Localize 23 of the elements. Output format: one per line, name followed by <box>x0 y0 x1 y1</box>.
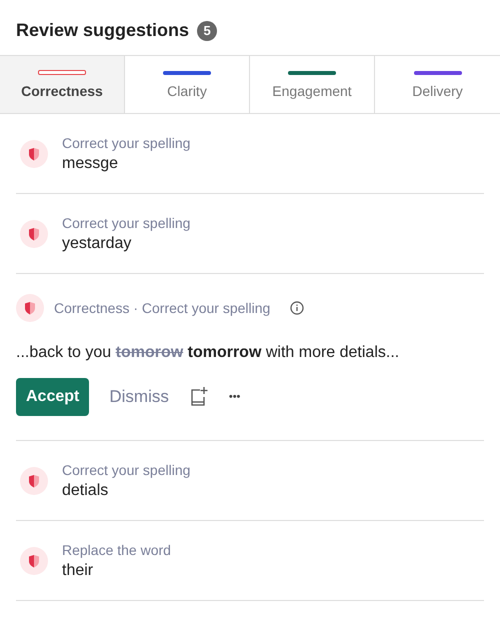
suggestion-category: Replace the word <box>62 542 171 558</box>
count-badge: 5 <box>197 20 218 40</box>
suggestion-word[interactable]: messge <box>62 154 190 172</box>
more-button[interactable]: ••• <box>228 391 240 403</box>
suggestion-word[interactable]: their <box>62 562 171 580</box>
dismiss-button[interactable]: Dismiss <box>109 387 169 407</box>
panel-title: Review suggestions <box>16 20 190 41</box>
suggestion-category: Correct your spelling <box>62 214 190 230</box>
suggestion-category: Correct your spelling <box>62 134 190 150</box>
shield-icon <box>20 220 48 248</box>
shield-icon <box>20 466 48 494</box>
suggestion-sentence: ...back to you tomorow tomorrow with more detials... <box>16 344 400 362</box>
info-icon[interactable] <box>290 301 304 315</box>
suggestion-word[interactable]: yestarday <box>62 234 190 252</box>
suggestion-category: Correctness · Correct your spelling <box>54 300 270 316</box>
shield-icon <box>20 140 48 168</box>
suggestion-word[interactable]: detials <box>62 482 190 500</box>
suggestion-category: Correct your spelling <box>62 462 190 478</box>
shield-icon <box>16 294 44 322</box>
add-to-dictionary-icon[interactable] <box>188 386 209 408</box>
accept-button[interactable]: Accept <box>16 378 90 416</box>
shield-icon <box>20 546 48 574</box>
category-tab[interactable]: Correctness <box>0 56 125 113</box>
